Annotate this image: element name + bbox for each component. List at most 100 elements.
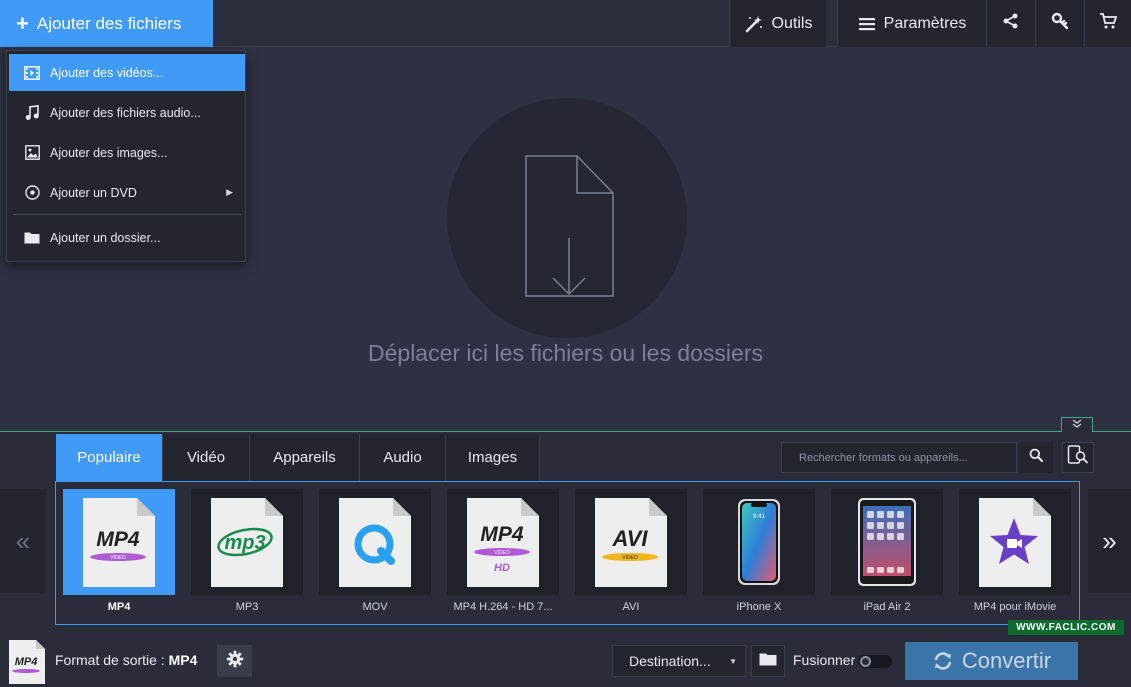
folder-icon (23, 229, 41, 247)
formats-next-button[interactable]: » (1088, 489, 1131, 593)
ipad-icon (858, 498, 916, 586)
toggle-knob (860, 656, 871, 667)
menu-item-add-folder[interactable]: Ajouter un dossier... (9, 219, 245, 256)
output-format-prefix: Format de sortie : (55, 652, 165, 668)
format-search-input[interactable]: Rechercher formats ou appareils... (781, 442, 1017, 473)
tab-appareils[interactable]: Appareils (250, 434, 360, 481)
svg-text:MP4: MP4 (15, 656, 38, 668)
svg-text:9:41: 9:41 (753, 514, 765, 520)
mp4-file-icon: MP4 VIDEO (83, 498, 155, 587)
menu-item-label: Ajouter des vidéos... (50, 65, 164, 80)
imovie-file-icon (979, 498, 1051, 587)
output-format-label: Format de sortie : MP4 (55, 652, 197, 668)
menu-item-add-dvd[interactable]: Ajouter un DVD ▶ (9, 174, 245, 211)
formats-prev-button[interactable]: « (0, 489, 46, 593)
collapse-panel-button[interactable] (1061, 417, 1093, 432)
svg-text:AVI: AVI (611, 526, 648, 551)
image-icon (23, 144, 41, 162)
format-tile-mp4-hd[interactable]: MP4 VIDEO HD (447, 489, 559, 595)
tools-label: Outils (771, 14, 813, 32)
svg-text:MP4: MP4 (96, 528, 140, 551)
tab-populaire[interactable]: Populaire (56, 434, 163, 481)
plus-icon: + (16, 10, 29, 36)
mp4-hd-file-icon: MP4 VIDEO HD (467, 498, 539, 587)
svg-text:VIDEO: VIDEO (622, 555, 638, 561)
tab-images[interactable]: Images (446, 434, 540, 481)
search-button[interactable] (1019, 442, 1053, 473)
refresh-icon (932, 650, 954, 672)
format-label: iPhone X (736, 601, 782, 613)
settings-button[interactable]: Paramètres (837, 0, 986, 47)
caret-down-icon: ▼ (729, 656, 737, 666)
merge-label: Fusionner (793, 652, 856, 668)
share-button[interactable] (986, 0, 1035, 47)
format-tabs: Populaire Vidéo Appareils Audio Images (56, 434, 540, 481)
search-placeholder: Rechercher formats ou appareils... (799, 451, 968, 464)
menu-item-add-audio[interactable]: Ajouter des fichiers audio... (9, 94, 245, 131)
format-label: iPad Air 2 (863, 601, 911, 613)
file-drop-icon (525, 155, 614, 297)
merge-toggle[interactable] (858, 655, 892, 668)
menu-item-label: Ajouter un dossier... (50, 230, 161, 245)
drop-hint: Déplacer ici les fichiers ou les dossier… (368, 340, 763, 366)
menu-item-label: Ajouter un DVD (50, 185, 137, 200)
svg-text:HD: HD (494, 562, 510, 574)
add-files-menu: Ajouter des vidéos... Ajouter des fichie… (6, 50, 246, 262)
destination-label: Destination... (629, 653, 711, 669)
menu-item-add-videos[interactable]: Ajouter des vidéos... (9, 54, 245, 91)
format-label: MP4 H.264 - HD 7... (453, 601, 553, 613)
tools-button[interactable]: Outils (729, 0, 826, 47)
format-tile-mp3[interactable]: mp3 (191, 489, 303, 595)
share-icon (1002, 12, 1020, 35)
add-files-button[interactable]: + Ajouter des fichiers (0, 0, 213, 47)
svg-text:MP4: MP4 (480, 523, 524, 546)
music-note-icon (23, 104, 41, 122)
settings-label: Paramètres (883, 14, 967, 32)
submenu-arrow-icon: ▶ (226, 187, 233, 197)
avi-file-icon: AVI VIDEO (595, 498, 667, 587)
menu-item-label: Ajouter des fichiers audio... (50, 105, 201, 120)
svg-text:VIDEO: VIDEO (110, 555, 126, 561)
cart-icon (1099, 12, 1118, 35)
disc-icon (23, 184, 41, 202)
svg-text:mp3: mp3 (224, 532, 265, 554)
svg-text:VIDEO: VIDEO (494, 550, 510, 556)
iphone-x-icon: 9:41 (738, 499, 780, 585)
key-icon (1051, 12, 1069, 35)
quicktime-file-icon (339, 498, 411, 587)
format-tile-mov[interactable] (319, 489, 431, 595)
format-label: MP4 pour iMovie (973, 601, 1057, 613)
folder-icon (759, 652, 777, 671)
open-folder-button[interactable] (751, 645, 785, 677)
tab-audio[interactable]: Audio (360, 434, 446, 481)
destination-dropdown[interactable]: Destination... ▼ (612, 645, 746, 677)
format-tile-ipad-air-2[interactable] (831, 489, 943, 595)
output-settings-button[interactable] (217, 645, 252, 677)
format-label: MP3 (235, 601, 259, 613)
menu-divider (13, 214, 241, 215)
top-toolbar: + Ajouter des fichiers Outils Paramètres (0, 0, 1131, 47)
drop-zone[interactable] (447, 98, 687, 338)
magic-wand-icon (744, 14, 764, 34)
tab-video[interactable]: Vidéo (163, 434, 250, 481)
menu-icon (858, 16, 876, 32)
format-tile-mp4[interactable]: MP4 VIDEO (63, 489, 175, 595)
chevron-double-down-icon (1072, 419, 1082, 431)
cart-button[interactable] (1084, 0, 1131, 47)
convert-label: Convertir (961, 648, 1052, 673)
mp3-file-icon: mp3 (211, 498, 283, 587)
convert-button[interactable]: Convertir (905, 642, 1078, 680)
activation-key-button[interactable] (1035, 0, 1084, 47)
format-tile-mp4-imovie[interactable] (959, 489, 1071, 595)
menu-item-label: Ajouter des images... (50, 145, 168, 160)
device-search-icon (1067, 445, 1089, 470)
format-tile-avi[interactable]: AVI VIDEO (575, 489, 687, 595)
output-format-value: MP4 (168, 652, 198, 668)
film-icon (23, 64, 41, 82)
format-label: AVI (622, 601, 640, 613)
gear-icon (226, 650, 244, 673)
search-icon (1029, 448, 1043, 467)
format-tile-iphone-x[interactable]: 9:41 (703, 489, 815, 595)
detect-device-button[interactable] (1062, 442, 1094, 473)
menu-item-add-images[interactable]: Ajouter des images... (9, 134, 245, 171)
